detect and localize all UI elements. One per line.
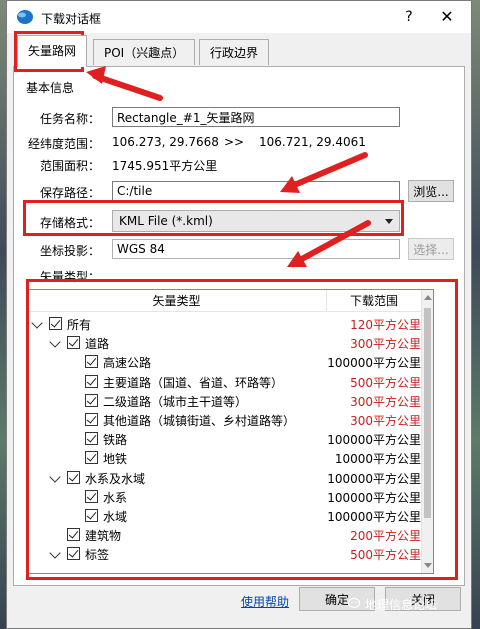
- scroll-down-icon[interactable]: [424, 563, 432, 568]
- chevron-down-icon[interactable]: [49, 470, 61, 483]
- checkbox[interactable]: [85, 413, 98, 426]
- vector-type-label: 矢量类型：: [40, 270, 101, 284]
- tree-row-range: 120平方公里: [350, 318, 421, 332]
- tree-row[interactable]: 高速公路 100000平方公里: [27, 352, 421, 371]
- extent-label: 经纬度范围：: [28, 137, 101, 151]
- close-icon[interactable]: ✕: [437, 7, 457, 27]
- wechat-logo-icon: [348, 598, 361, 609]
- tree-row-range: 300平方公里: [350, 414, 421, 428]
- vector-type-tree[interactable]: 矢量类型 下载范围 所有 120平方公里 道路 300平方公里 高速公路 100000平方…: [26, 289, 434, 574]
- tree-row-name: 标签: [85, 548, 110, 563]
- task-name-label: 任务名称：: [40, 112, 101, 126]
- chevron-down-icon[interactable]: [49, 547, 61, 560]
- format-select-value: KML File (*.kml): [119, 214, 213, 228]
- tree-row[interactable]: 其他道路（城镇街道、乡村道路等） 300平方公里: [27, 410, 421, 429]
- projection-input[interactable]: [112, 239, 400, 259]
- save-path-label: 保存路径：: [40, 186, 101, 200]
- save-path-input[interactable]: [112, 181, 400, 201]
- checkbox[interactable]: [85, 451, 98, 465]
- scroll-up-icon[interactable]: [424, 295, 432, 300]
- tree-row[interactable]: 道路 300平方公里: [27, 333, 421, 352]
- tree-row-range: 10000平方公里: [334, 452, 421, 467]
- tree-row-range: 100000平方公里: [327, 356, 421, 371]
- chevron-down-icon: [385, 219, 393, 224]
- column-header-vector-type[interactable]: 矢量类型: [27, 290, 327, 312]
- section-basic-info: 基本信息: [26, 81, 75, 95]
- scroll-thumb[interactable]: [424, 308, 431, 518]
- tree-row-name: 地铁: [103, 452, 128, 467]
- tree-row[interactable]: 水域 100000平方公里: [27, 506, 421, 525]
- tab-poi[interactable]: POI（兴趣点）: [93, 39, 196, 65]
- tree-row[interactable]: 铁路 100000平方公里: [27, 429, 421, 448]
- tree-scrollbar[interactable]: [421, 290, 433, 573]
- tab-admin-boundary[interactable]: 行政边界: [199, 39, 270, 65]
- tree-row-name: 所有: [67, 318, 92, 332]
- watermark-text: 地理信息论坛: [365, 598, 438, 612]
- extent-from-value: 106.273, 29.7668: [112, 135, 219, 149]
- checkbox[interactable]: [85, 393, 98, 407]
- checkbox[interactable]: [85, 374, 98, 388]
- chevron-down-icon[interactable]: [31, 317, 43, 329]
- help-link[interactable]: 使用帮助: [241, 593, 289, 610]
- extent-to-value: 106.721, 29.4061: [259, 135, 366, 149]
- tab-strip: 矢量路网 POI（兴趣点） 行政边界: [13, 35, 465, 67]
- checkbox[interactable]: [49, 317, 62, 330]
- tree-row-name: 道路: [85, 337, 110, 352]
- tree-row[interactable]: 所有 120平方公里: [27, 314, 421, 333]
- tree-row-range: 300平方公里: [350, 337, 421, 352]
- checkbox[interactable]: [67, 336, 80, 350]
- task-name-input[interactable]: [112, 107, 400, 127]
- window-title: 下载对话框: [41, 12, 102, 26]
- tree-row-name: 其他道路（城镇街道、乡村道路等）: [103, 414, 296, 428]
- tree-row-range: 500平方公里: [350, 548, 421, 563]
- extent-separator: >>: [224, 135, 245, 149]
- tree-row-range: 500平方公里: [350, 375, 421, 390]
- format-select[interactable]: KML File (*.kml): [112, 210, 400, 232]
- ok-button[interactable]: 确定: [299, 587, 375, 611]
- tree-header: 矢量类型 下载范围: [27, 290, 433, 312]
- checkbox[interactable]: [85, 489, 98, 503]
- tree-row-name: 铁路: [103, 433, 128, 448]
- tree-row-range: 300平方公里: [350, 394, 421, 409]
- tree-row-name: 主要道路（国道、省道、环路等）: [103, 375, 284, 390]
- tab-vector-road[interactable]: 矢量路网: [17, 35, 88, 67]
- select-projection-button[interactable]: 选择...: [408, 238, 454, 260]
- tree-row-range: 200平方公里: [350, 529, 421, 544]
- tree-row-range: 100000平方公里: [327, 433, 421, 448]
- tree-row[interactable]: 主要道路（国道、省道、环路等） 500平方公里: [27, 372, 421, 391]
- format-label: 存储格式：: [40, 216, 101, 230]
- tree-row[interactable]: 标签 500平方公里: [27, 544, 421, 563]
- tree-row-name: 建筑物: [85, 529, 122, 544]
- app-globe-icon: [17, 10, 33, 24]
- help-icon[interactable]: ?: [399, 7, 419, 27]
- tab-panel: 基本信息 任务名称： 经纬度范围： 106.273, 29.7668 >> 10…: [13, 66, 465, 586]
- checkbox[interactable]: [67, 528, 80, 542]
- projection-label: 坐标投影：: [40, 244, 101, 258]
- checkbox[interactable]: [67, 547, 80, 561]
- tree-row-range: 100000平方公里: [327, 510, 421, 524]
- tree-row[interactable]: 水系及水域 100000平方公里: [27, 468, 421, 487]
- checkbox[interactable]: [85, 432, 98, 446]
- tree-row-name: 水系: [103, 490, 128, 505]
- tree-row[interactable]: 水系 100000平方公里: [27, 487, 421, 506]
- tree-row-name: 水系及水域: [85, 471, 146, 486]
- column-header-download-range[interactable]: 下载范围: [327, 290, 421, 312]
- checkbox[interactable]: [85, 509, 98, 522]
- tree-row[interactable]: 地铁 10000平方公里: [27, 448, 421, 467]
- tree-row-name: 二级道路（城市主干道等）: [103, 394, 248, 409]
- tree-row-name: 水域: [103, 510, 128, 524]
- title-bar: 下载对话框 ? ✕: [7, 1, 471, 33]
- tree-row-name: 高速公路: [103, 356, 152, 371]
- area-value: 1745.951平方公里: [112, 159, 218, 173]
- tree-row-range: 100000平方公里: [327, 471, 421, 486]
- checkbox[interactable]: [85, 355, 98, 369]
- tree-row-range: 100000平方公里: [327, 490, 421, 505]
- download-dialog: 下载对话框 ? ✕ 矢量路网 POI（兴趣点） 行政边界 基本信息 任务名称： …: [6, 0, 472, 629]
- tree-row[interactable]: 二级道路（城市主干道等） 300平方公里: [27, 391, 421, 410]
- chevron-down-icon[interactable]: [49, 336, 61, 348]
- tree-row[interactable]: 建筑物 200平方公里: [27, 525, 421, 544]
- checkbox[interactable]: [67, 470, 80, 484]
- area-label: 范围面积：: [40, 159, 101, 173]
- browse-button[interactable]: 浏览...: [408, 180, 454, 202]
